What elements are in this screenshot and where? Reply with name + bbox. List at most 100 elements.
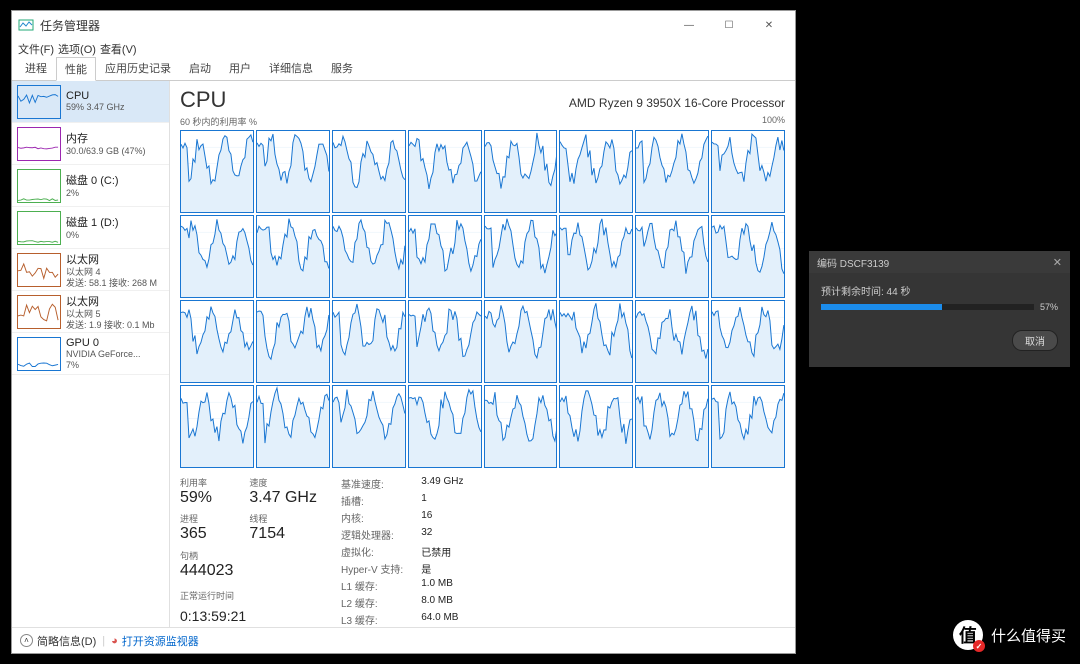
- chart-right-label: 100%: [762, 115, 785, 128]
- core-chart-26: [332, 385, 406, 468]
- minimize-button[interactable]: —: [669, 13, 709, 37]
- core-chart-23: [711, 300, 785, 383]
- stat-val-3: 32: [421, 527, 463, 542]
- core-chart-19: [408, 300, 482, 383]
- stat-val-6: 1.0 MB: [421, 578, 463, 593]
- stat-val-5: 是: [421, 561, 463, 576]
- uptime-value: 0:13:59:21: [180, 608, 317, 627]
- taskmgr-icon: [18, 17, 34, 33]
- fewer-details-button[interactable]: ˄ 简略信息(D): [20, 633, 96, 649]
- sidebar-item-1[interactable]: 内存30.0/63.9 GB (47%): [12, 123, 169, 165]
- tab-strip: 进程 性能 应用历史记录 启动 用户 详细信息 服务: [12, 59, 795, 81]
- cpu-panel: CPU AMD Ryzen 9 3950X 16-Core Processor …: [170, 81, 795, 627]
- sidebar-sub2: 7%: [66, 360, 164, 371]
- open-resource-monitor-link[interactable]: ◕ 打开资源监视器: [111, 633, 199, 649]
- core-chart-27: [408, 385, 482, 468]
- menu-options[interactable]: 选项(O): [58, 41, 96, 57]
- maximize-button[interactable]: ☐: [709, 13, 749, 37]
- menu-file[interactable]: 文件(F): [18, 41, 54, 57]
- progress-bar: [821, 304, 1034, 310]
- core-chart-15: [711, 215, 785, 298]
- sidebar-title: 内存: [66, 130, 164, 146]
- tab-services[interactable]: 服务: [322, 56, 362, 80]
- speed-value: 3.47 GHz: [249, 489, 317, 507]
- eta-label: 预计剩余时间: 44 秒: [821, 283, 1058, 298]
- stat-val-2: 16: [421, 510, 463, 525]
- tab-startup[interactable]: 启动: [180, 56, 220, 80]
- watermark: 值 什么值得买: [953, 620, 1066, 650]
- stat-key-8: L3 缓存:: [341, 612, 403, 627]
- sidebar-sub2: 发送: 58.1 接收: 268 M: [66, 278, 164, 289]
- close-button[interactable]: ✕: [749, 13, 789, 37]
- core-chart-1: [256, 130, 330, 213]
- core-chart-28: [484, 385, 558, 468]
- tab-performance[interactable]: 性能: [56, 57, 96, 81]
- core-chart-24: [180, 385, 254, 468]
- performance-sidebar: CPU59% 3.47 GHz内存30.0/63.9 GB (47%)磁盘 0 …: [12, 81, 170, 627]
- watermark-text: 什么值得买: [991, 625, 1066, 646]
- tab-users[interactable]: 用户: [220, 56, 260, 80]
- core-chart-8: [180, 215, 254, 298]
- stat-val-7: 8.0 MB: [421, 595, 463, 610]
- tab-processes[interactable]: 进程: [16, 56, 56, 80]
- core-chart-3: [408, 130, 482, 213]
- core-chart-18: [332, 300, 406, 383]
- titlebar[interactable]: 任务管理器 — ☐ ✕: [12, 11, 795, 39]
- chart-left-label: 60 秒内的利用率 %: [180, 115, 257, 128]
- core-chart-12: [484, 215, 558, 298]
- sidebar-item-3[interactable]: 磁盘 1 (D:)0%: [12, 207, 169, 249]
- core-chart-7: [711, 130, 785, 213]
- sidebar-sub1: NVIDIA GeForce...: [66, 349, 164, 360]
- util-label: 利用率: [180, 476, 233, 489]
- sidebar-thumb: [17, 253, 61, 287]
- sidebar-sub1: 59% 3.47 GHz: [66, 102, 164, 113]
- sidebar-thumb: [17, 337, 61, 371]
- sidebar-sub1: 30.0/63.9 GB (47%): [66, 146, 164, 157]
- stat-key-6: L1 缓存:: [341, 578, 403, 593]
- sidebar-item-5[interactable]: 以太网以太网 5发送: 1.9 接收: 0.1 Mb: [12, 291, 169, 333]
- speed-label: 速度: [249, 476, 317, 489]
- core-chart-14: [635, 215, 709, 298]
- sidebar-item-4[interactable]: 以太网以太网 4发送: 58.1 接收: 268 M: [12, 249, 169, 291]
- core-chart-10: [332, 215, 406, 298]
- core-chart-6: [635, 130, 709, 213]
- uptime-label: 正常运行时间: [180, 589, 317, 605]
- watermark-badge: 值: [953, 620, 983, 650]
- proc-value: 365: [180, 525, 233, 543]
- core-chart-30: [635, 385, 709, 468]
- sidebar-title: 磁盘 0 (C:): [66, 172, 164, 188]
- hnd-value: 444023: [180, 562, 233, 580]
- stat-val-4: 已禁用: [421, 544, 463, 559]
- core-chart-21: [559, 300, 633, 383]
- sidebar-thumb: [17, 169, 61, 203]
- tab-app-history[interactable]: 应用历史记录: [96, 56, 180, 80]
- sidebar-sub2: 发送: 1.9 接收: 0.1 Mb: [66, 320, 164, 331]
- encoding-titlebar[interactable]: 编码 DSCF3139 ✕: [809, 251, 1070, 273]
- sidebar-sub1: 0%: [66, 230, 164, 241]
- stat-key-0: 基准速度:: [341, 476, 403, 491]
- stat-val-8: 64.0 MB: [421, 612, 463, 627]
- sidebar-sub1: 以太网 5: [66, 309, 164, 320]
- sidebar-sub1: 以太网 4: [66, 267, 164, 278]
- core-chart-13: [559, 215, 633, 298]
- sidebar-item-6[interactable]: GPU 0NVIDIA GeForce...7%: [12, 333, 169, 375]
- sidebar-thumb: [17, 85, 61, 119]
- divider: |: [102, 635, 105, 647]
- stat-key-5: Hyper-V 支持:: [341, 561, 403, 576]
- core-chart-31: [711, 385, 785, 468]
- sidebar-title: GPU 0: [66, 337, 164, 349]
- tab-details[interactable]: 详细信息: [260, 56, 322, 80]
- close-icon[interactable]: ✕: [1053, 256, 1062, 269]
- stat-val-0: 3.49 GHz: [421, 476, 463, 491]
- sidebar-item-0[interactable]: CPU59% 3.47 GHz: [12, 81, 169, 123]
- cancel-button[interactable]: 取消: [1012, 330, 1058, 351]
- core-chart-20: [484, 300, 558, 383]
- menu-view[interactable]: 查看(V): [100, 41, 137, 57]
- thr-label: 线程: [249, 512, 317, 525]
- core-chart-9: [256, 215, 330, 298]
- core-chart-29: [559, 385, 633, 468]
- encoding-title: 编码 DSCF3139: [817, 255, 889, 270]
- core-chart-25: [256, 385, 330, 468]
- resource-monitor-icon: ◕: [111, 635, 118, 647]
- sidebar-item-2[interactable]: 磁盘 0 (C:)2%: [12, 165, 169, 207]
